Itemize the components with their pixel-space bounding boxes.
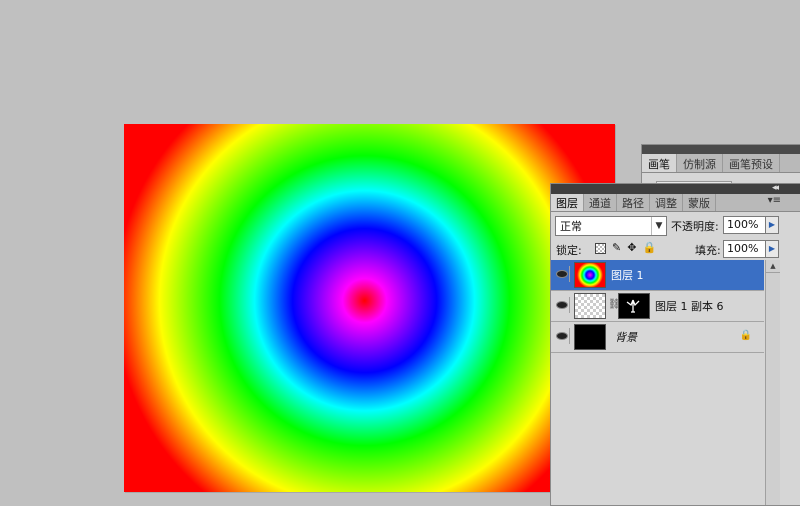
fill-slider-arrow-icon[interactable]: ▶ [765, 240, 779, 258]
opacity-input[interactable]: 100% [723, 216, 766, 234]
collapse-icon[interactable]: ◂◂ [772, 183, 779, 193]
opacity-label: 不透明度: [671, 220, 719, 233]
layers-panel-tabs: 图层 通道 路径 调整 蒙版 ▾≡ [551, 194, 800, 212]
mask-shape-icon [626, 299, 640, 313]
layer-thumbnail [574, 293, 606, 319]
brush-panel-titlebar[interactable] [642, 145, 800, 154]
opacity-slider-arrow-icon[interactable]: ▶ [765, 216, 779, 234]
lock-position-move-icon[interactable]: ✥ [627, 242, 636, 254]
blend-mode-value: 正常 [560, 220, 582, 233]
layers-panel: ◂◂ 图层 通道 路径 调整 蒙版 ▾≡ 正常 ▼ 不透明度: 100% ▶ 锁… [550, 183, 800, 506]
visibility-eye-icon[interactable] [554, 266, 570, 282]
layer-mask-thumbnail[interactable] [618, 293, 650, 319]
layer-lock-icon: 🔒 [739, 330, 752, 341]
layers-panel-titlebar[interactable]: ◂◂ [551, 183, 800, 194]
visibility-eye-icon[interactable] [554, 297, 570, 313]
tab-paths[interactable]: 路径 [617, 194, 650, 211]
lock-pixels-brush-icon[interactable]: ✎ [612, 242, 621, 254]
tab-clone-source[interactable]: 仿制源 [677, 154, 723, 172]
brush-panel-tabs: 画笔 仿制源 画笔预设 [642, 154, 800, 173]
layer-row-layer1[interactable]: 图层 1 [551, 260, 764, 291]
tab-brush-presets[interactable]: 画笔预设 [723, 154, 780, 172]
layer-name[interactable]: 背景 [615, 329, 637, 345]
layer-thumbnail [574, 262, 606, 288]
fill-label: 填充: [695, 244, 721, 257]
layer-row-background[interactable]: 背景 🔒 [551, 322, 764, 353]
chevron-down-icon: ▼ [651, 217, 666, 235]
lock-options: ✎ ✥ 🔒 [595, 242, 656, 254]
scroll-up-arrow-icon[interactable]: ▲ [766, 260, 780, 273]
layer-row-layer1-copy6[interactable]: ⛓ 图层 1 副本 6 [551, 291, 764, 322]
fill-input[interactable]: 100% [723, 240, 766, 258]
lock-transparency-icon[interactable] [595, 242, 606, 254]
lock-all-icon[interactable]: 🔒 [642, 242, 656, 254]
panel-menu-icon[interactable]: ▾≡ [768, 195, 781, 206]
tab-layers[interactable]: 图层 [551, 194, 584, 211]
tab-brush[interactable]: 画笔 [642, 154, 677, 172]
visibility-eye-icon[interactable] [554, 328, 570, 344]
layers-scrollbar[interactable]: ▲ [765, 260, 780, 505]
tab-channels[interactable]: 通道 [584, 194, 617, 211]
layer-thumbnail [574, 324, 606, 350]
document-canvas[interactable] [124, 124, 615, 492]
tab-masks[interactable]: 蒙版 [683, 194, 716, 211]
tab-adjustments[interactable]: 调整 [650, 194, 683, 211]
blend-mode-select[interactable]: 正常 ▼ [555, 216, 667, 236]
layer-name[interactable]: 图层 1 [611, 267, 644, 283]
layer-name[interactable]: 图层 1 副本 6 [655, 298, 724, 314]
lock-label: 锁定: [556, 244, 582, 257]
